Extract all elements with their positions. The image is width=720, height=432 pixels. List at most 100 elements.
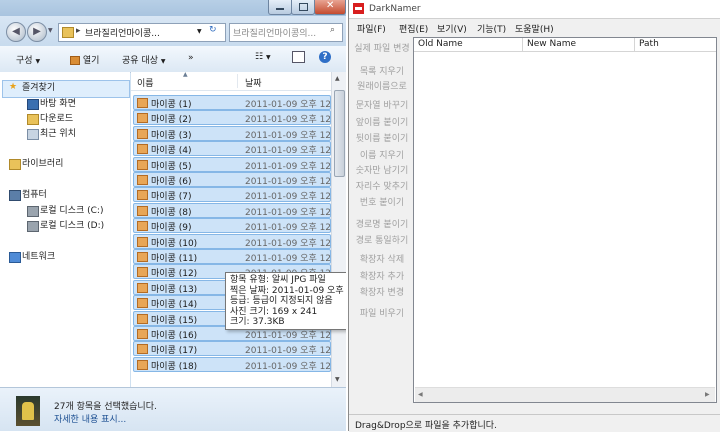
column-header-path[interactable]: Path — [639, 39, 659, 49]
side-action-button[interactable]: 이름 지우기 — [353, 149, 411, 164]
side-action-button[interactable]: 원래이름으로 — [353, 80, 411, 95]
darknamer-window: DarkNamer 파일(F) 편집(E) 보기(V) 기능(T) 도움말(H)… — [348, 0, 720, 432]
side-action-button[interactable]: 확장자 삭제 — [353, 253, 411, 268]
file-row[interactable]: 마이콩 (4) 2011-01-09 오후 12: — [133, 141, 331, 157]
back-button[interactable]: ◀ — [6, 22, 26, 42]
nav-label: 컴퓨터 — [22, 190, 47, 200]
more-button[interactable]: » — [188, 53, 194, 63]
file-date: 2011-01-09 오후 12: — [245, 146, 331, 157]
side-action-button[interactable]: 숫자만 남기기 — [353, 164, 411, 179]
preview-pane-icon[interactable] — [292, 51, 305, 63]
scroll-up-icon[interactable]: ▲ — [335, 75, 340, 82]
action-button-panel: 실제 파일 변경목록 지우기 원래이름으로문자열 바꾸기앞이름 붙이기 뒷이름 붙이… — [353, 37, 411, 327]
show-details-link[interactable]: 자세한 내용 표시... — [54, 412, 126, 425]
rename-list[interactable]: Old Name New Name Path ◀ ▶ — [413, 37, 717, 403]
file-row[interactable]: 마이콩 (5) 2011-01-09 오후 12: — [133, 156, 331, 172]
menu-file[interactable]: 파일(F) — [357, 22, 386, 35]
side-action-button[interactable]: 실제 파일 변경 — [353, 42, 411, 57]
scroll-left-icon[interactable]: ◀ — [418, 391, 423, 398]
details-bar: 27개 항목을 선택했습니다. 자세한 내용 표시... — [0, 387, 346, 431]
file-name: 마이콩 (18) — [151, 361, 198, 372]
side-action-button[interactable]: 파일 비우기 — [353, 307, 411, 322]
scroll-down-icon[interactable]: ▼ — [335, 376, 340, 383]
jpg-file-icon — [137, 159, 148, 170]
file-row[interactable]: 마이콩 (2) 2011-01-09 오후 12: — [133, 110, 331, 126]
nav-label: 최근 위치 — [40, 129, 76, 139]
organize-label: 구성 — [16, 56, 33, 66]
navigation-pane: ★ 즐겨찾기 바탕 화면 다운로드 최근 위치 라이브러리 컴퓨터 로컬 디스크 … — [0, 72, 130, 387]
file-name: 마이콩 (9) — [151, 223, 192, 234]
open-button[interactable]: 열기 — [70, 53, 99, 66]
address-dropdown-icon[interactable]: ▼ — [197, 28, 202, 35]
nav-recent-places[interactable]: 최근 위치 — [27, 127, 76, 141]
file-row[interactable]: 마이콩 (10) 2011-01-09 오후 12: — [133, 233, 331, 249]
nav-downloads[interactable]: 다운로드 — [27, 112, 73, 126]
refresh-icon[interactable]: ↻ — [209, 25, 217, 35]
file-row[interactable]: 마이콩 (18) 2011-01-09 오후 12: — [133, 356, 331, 372]
side-action-button[interactable]: 확장자 변경 — [353, 286, 411, 301]
menu-tools[interactable]: 기능(T) — [477, 22, 506, 35]
nav-label: 네트워크 — [22, 252, 56, 262]
minimize-button[interactable] — [268, 0, 292, 15]
file-row[interactable]: 마이콩 (9) 2011-01-09 오후 12: — [133, 218, 331, 234]
drive-icon — [27, 206, 39, 217]
organize-button[interactable]: 구성 ▼ — [16, 53, 40, 66]
window-title: DarkNamer — [369, 4, 421, 14]
nav-computer[interactable]: 컴퓨터 — [9, 188, 47, 202]
menu-edit[interactable]: 편집(E) — [399, 22, 428, 35]
jpg-file-icon — [137, 128, 148, 139]
tooltip-size: 크기: 37.3KB — [230, 317, 285, 327]
image-icon — [70, 56, 80, 65]
column-header-old-name[interactable]: Old Name — [418, 39, 463, 49]
breadcrumb-separator: ▸ — [76, 26, 81, 36]
column-header-new-name[interactable]: New Name — [527, 39, 576, 49]
search-input[interactable]: 브라질리언마이콩의... ⌕ — [229, 23, 343, 42]
download-icon — [27, 114, 39, 125]
side-action-button[interactable]: 앞이름 붙이기 — [353, 116, 411, 131]
column-header-name[interactable]: 이름 — [137, 76, 154, 89]
side-action-button[interactable]: 번호 붙이기 — [353, 196, 411, 211]
maximize-button[interactable] — [291, 0, 315, 15]
column-header-date[interactable]: 날짜 — [245, 76, 262, 89]
nav-desktop[interactable]: 바탕 화면 — [27, 97, 76, 111]
side-action-button[interactable]: 자리수 맞추기 — [353, 180, 411, 195]
rename-list-scrollbar[interactable]: ◀ ▶ — [415, 387, 715, 402]
share-button[interactable]: 공유 대상 ▼ — [122, 53, 165, 66]
side-action-button[interactable]: 문자열 바꾸기 — [353, 99, 411, 114]
side-action-button[interactable]: 뒷이름 붙이기 — [353, 132, 411, 147]
nav-drive-c[interactable]: 로컬 디스크 (C:) — [27, 204, 103, 218]
file-row[interactable]: 마이콩 (17) 2011-01-09 오후 12: — [133, 341, 331, 357]
file-name: 마이콩 (5) — [151, 161, 192, 172]
nav-label: 즐겨찾기 — [22, 83, 56, 93]
side-action-button[interactable]: 확장자 추가 — [353, 270, 411, 285]
jpg-file-icon — [137, 144, 148, 155]
file-row[interactable]: 마이콩 (7) 2011-01-09 오후 12: — [133, 187, 331, 203]
tooltip-type: 항목 유형: 알씨 JPG 파일 — [230, 275, 326, 285]
scrollbar-thumb[interactable] — [334, 90, 345, 177]
side-action-button[interactable]: 목록 지우기 — [353, 65, 411, 80]
tooltip-dimensions: 사진 크기: 169 x 241 — [230, 306, 318, 317]
nav-libraries[interactable]: 라이브러리 — [9, 157, 63, 171]
help-icon[interactable]: ? — [319, 51, 331, 63]
close-button[interactable]: ✕ — [314, 0, 346, 15]
nav-favorites[interactable]: ★ 즐겨찾기 — [9, 81, 56, 95]
file-row[interactable]: 마이콩 (6) 2011-01-09 오후 12: — [133, 172, 331, 187]
side-action-button[interactable]: 경로 통일하기 — [353, 234, 411, 249]
file-list-scrollbar[interactable]: ▲ ▼ — [331, 72, 346, 387]
file-row[interactable]: 마이콩 (8) 2011-01-09 오후 12: — [133, 202, 331, 218]
file-row[interactable]: 마이콩 (3) 2011-01-09 오후 12: — [133, 125, 331, 141]
jpg-file-icon — [137, 221, 148, 232]
address-bar[interactable]: ▸ 브라질리언마이콩... ▼ ↻ — [58, 23, 226, 42]
menu-view[interactable]: 보기(V) — [437, 22, 467, 35]
nav-network[interactable]: 네트워크 — [9, 250, 56, 264]
file-row[interactable]: 마이콩 (11) 2011-01-09 오후 12: — [133, 249, 331, 264]
menu-help[interactable]: 도움말(H) — [515, 22, 554, 35]
view-options-icon[interactable]: ☷ ▼ — [255, 52, 271, 62]
side-action-button[interactable]: 경로명 붙이기 — [353, 218, 411, 233]
scroll-right-icon[interactable]: ▶ — [705, 391, 710, 398]
close-icon: ✕ — [326, 0, 335, 11]
forward-button[interactable]: ▶ — [27, 22, 47, 42]
recent-pages-dropdown[interactable]: ▼ — [48, 27, 53, 34]
file-row[interactable]: 마이콩 (1) 2011-01-09 오후 12: — [133, 95, 331, 110]
nav-drive-d[interactable]: 로컬 디스크 (D:) — [27, 219, 104, 233]
